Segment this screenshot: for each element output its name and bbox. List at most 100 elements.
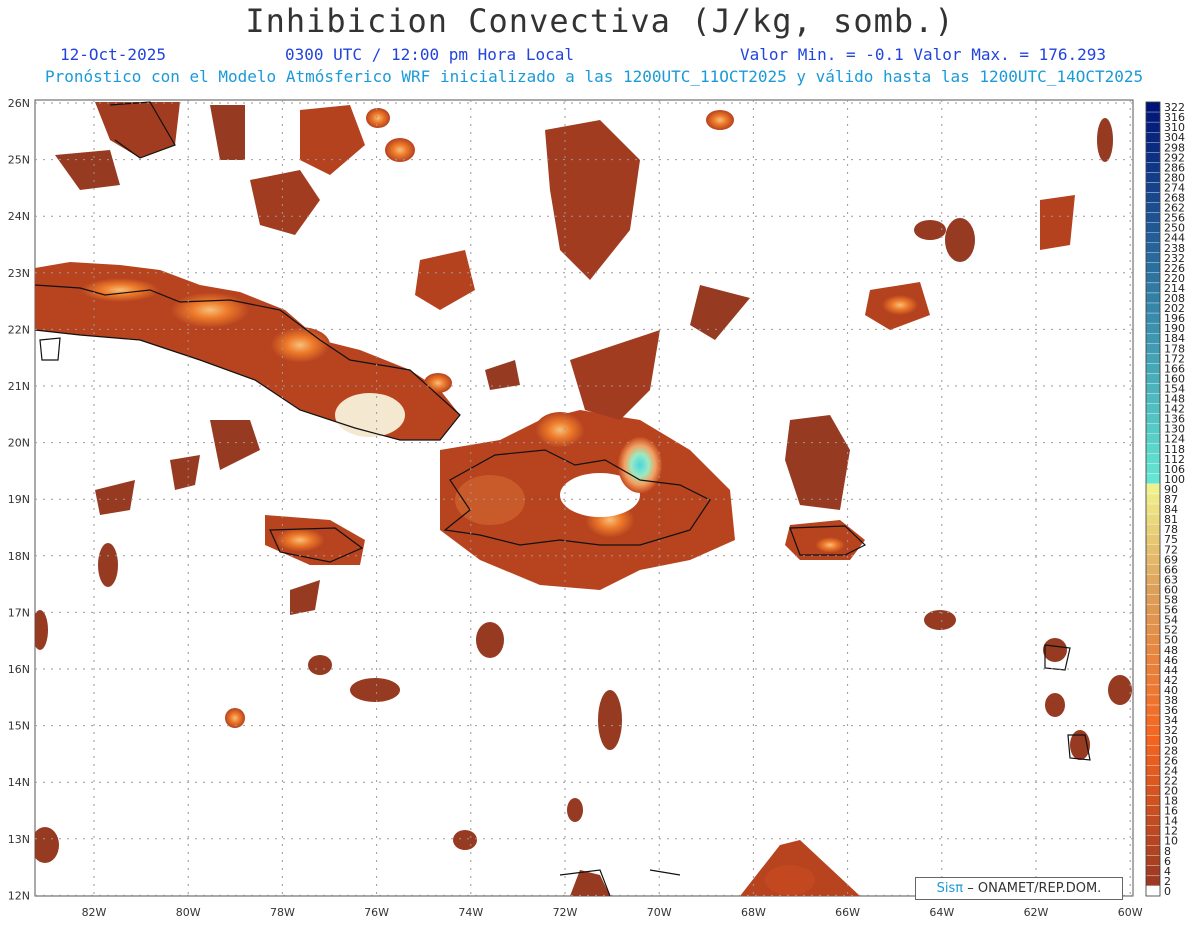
colorbar-swatch	[1145, 212, 1161, 223]
colorbar-swatch	[1145, 534, 1161, 545]
colorbar-swatch	[1145, 292, 1161, 304]
colorbar-swatch	[1145, 825, 1161, 836]
colorbar-swatch	[1145, 222, 1161, 233]
lon-label: 72W	[553, 906, 578, 919]
colorbar-swatch	[1145, 312, 1161, 324]
colorbar-swatch	[1145, 172, 1161, 183]
colorbar-swatch	[1145, 775, 1161, 786]
lat-label: 22N	[8, 323, 30, 336]
colorbar-swatch	[1145, 674, 1161, 686]
colorbar-swatch	[1145, 714, 1161, 726]
colorbar-swatch	[1145, 684, 1161, 696]
colorbar-swatch	[1145, 463, 1161, 475]
colorbar-swatch	[1145, 795, 1161, 806]
colorbar-swatch	[1145, 544, 1161, 555]
colorbar-swatch	[1145, 885, 1161, 897]
colorbar-swatch	[1145, 735, 1161, 746]
colorbar-swatch	[1145, 132, 1161, 143]
colorbar-swatch	[1145, 202, 1161, 213]
colorbar-swatch	[1145, 493, 1161, 505]
credit-box: Sisπ – ONAMET/REP.DOM.	[915, 877, 1123, 900]
colorbar-swatch	[1145, 473, 1161, 485]
lat-label: 17N	[8, 606, 30, 619]
colorbar-swatch	[1145, 413, 1161, 424]
lat-label: 23N	[8, 267, 30, 280]
lon-label: 64W	[929, 906, 954, 919]
lat-label: 16N	[8, 663, 30, 676]
colorbar-swatch	[1145, 604, 1161, 615]
colorbar: 3223163103042982922862802742682622562502…	[1145, 101, 1185, 898]
colorbar-swatch	[1145, 554, 1161, 565]
colorbar-swatch	[1145, 564, 1161, 575]
colorbar-swatch	[1145, 503, 1161, 515]
colorbar-swatch	[1145, 815, 1161, 826]
colorbar-swatch	[1145, 574, 1161, 585]
colorbar-swatch	[1145, 232, 1161, 243]
colorbar-swatch	[1145, 855, 1161, 866]
lon-label: 62W	[1024, 906, 1049, 919]
colorbar-swatch	[1145, 182, 1161, 193]
colorbar-swatch	[1145, 755, 1161, 766]
colorbar-swatch	[1145, 765, 1161, 776]
colorbar-swatch	[1145, 634, 1161, 645]
lon-label: 80W	[176, 906, 201, 919]
colorbar-swatch	[1145, 343, 1161, 354]
colorbar-swatch	[1145, 262, 1161, 274]
colorbar-swatch	[1145, 453, 1161, 464]
lat-label: 13N	[8, 833, 30, 846]
colorbar-swatch	[1145, 694, 1161, 706]
colorbar-swatch	[1145, 654, 1161, 665]
colorbar-swatch	[1145, 745, 1161, 756]
colorbar-swatch	[1145, 192, 1161, 203]
lat-label: 21N	[8, 380, 30, 393]
colorbar-swatch	[1145, 162, 1161, 173]
lat-label: 19N	[8, 493, 30, 506]
colorbar-swatch	[1145, 242, 1161, 253]
colorbar-swatch	[1145, 403, 1161, 414]
lon-label: 60W	[1118, 906, 1143, 919]
lon-label: 78W	[270, 906, 295, 919]
colorbar-swatch	[1145, 835, 1161, 846]
colorbar-swatch	[1145, 353, 1161, 364]
lon-label: 82W	[82, 906, 107, 919]
colorbar-label: 0	[1164, 885, 1171, 898]
credit-text: – ONAMET/REP.DOM.	[967, 881, 1102, 896]
colorbar-swatch	[1145, 252, 1161, 263]
colorbar-swatch	[1145, 805, 1161, 816]
colorbar-swatch	[1145, 333, 1161, 344]
colorbar-swatch	[1145, 644, 1161, 655]
colorbar-swatch	[1145, 845, 1161, 856]
colorbar-swatch	[1145, 584, 1161, 595]
lat-label: 18N	[8, 550, 30, 563]
lat-label: 24N	[8, 210, 30, 223]
lon-label: 66W	[835, 906, 860, 919]
colorbar-swatch	[1145, 373, 1161, 384]
colorbar-swatch	[1145, 101, 1161, 113]
colorbar-swatch	[1145, 704, 1161, 716]
colorbar-swatch	[1145, 121, 1161, 133]
colorbar-swatch	[1145, 383, 1161, 394]
lat-label: 12N	[8, 889, 30, 902]
colorbar-swatch	[1145, 594, 1161, 605]
colorbar-swatch	[1145, 523, 1161, 535]
lat-label: 25N	[8, 154, 30, 167]
colorbar-swatch	[1145, 624, 1161, 635]
colorbar-swatch	[1145, 865, 1161, 877]
colorbar-swatch	[1145, 614, 1161, 625]
colorbar-swatch	[1145, 875, 1161, 887]
colorbar-swatch	[1145, 483, 1161, 495]
colorbar-swatch	[1145, 142, 1161, 153]
colorbar-swatch	[1145, 152, 1161, 163]
colorbar-swatch	[1145, 423, 1161, 434]
colorbar-swatch	[1145, 664, 1161, 676]
lat-label: 26N	[8, 97, 30, 110]
lat-label: 15N	[8, 720, 30, 733]
colorbar-swatch	[1145, 302, 1161, 314]
colorbar-swatch	[1145, 393, 1161, 404]
lat-label: 20N	[8, 437, 30, 450]
lon-label: 68W	[741, 906, 766, 919]
colorbar-swatch	[1145, 433, 1161, 444]
colorbar-swatch	[1145, 111, 1161, 123]
colorbar-swatch	[1145, 513, 1161, 525]
credit-brand: Sisπ	[936, 881, 964, 896]
